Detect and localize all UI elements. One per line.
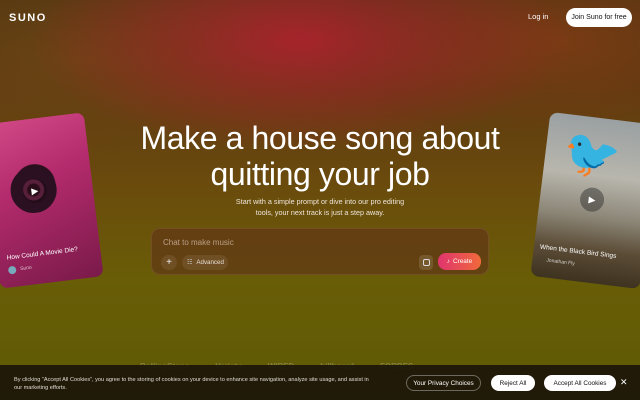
prompt-input[interactable]: Chat to make music [163,238,234,247]
headline-line-1: Make a house song about [140,120,500,156]
hero-headline: Make a house song about quitting your jo… [0,120,640,192]
join-free-button[interactable]: Join Suno for free [566,8,632,27]
login-link[interactable]: Log in [528,12,548,21]
add-button[interactable]: + [161,255,177,270]
cookie-text: By clicking “Accept All Cookies”, you ag… [14,377,369,391]
song-card-title: How Could A Movie Die? [6,246,79,262]
music-note-icon: ♪ [446,258,450,265]
suno-logo[interactable]: SUNO [9,12,47,24]
cookie-banner: By clicking “Accept All Cookies”, you ag… [0,365,640,400]
top-nav: SUNO Log in Join Suno for free [0,0,640,36]
headline-line-2: quitting your job [210,156,430,192]
image-icon [422,259,430,266]
prompt-box[interactable]: Chat to make music + ☷ Advanced ♪ Create [151,228,489,275]
privacy-choices-button[interactable]: Your Privacy Choices [406,375,481,391]
hero-subtitle: Start with a simple prompt or dive into … [220,196,420,218]
create-label: Create [453,258,473,265]
advanced-button[interactable]: ☷ Advanced [182,255,228,270]
avatar [7,265,17,275]
close-icon[interactable]: ✕ [620,377,628,388]
image-upload-button[interactable] [419,255,433,270]
advanced-label: Advanced [196,259,224,266]
song-card-artist: Jonathan Fly [545,257,576,267]
reject-all-button[interactable]: Reject All [491,375,535,391]
subtitle-line-2: tools, your next track is just a step aw… [255,208,385,217]
sliders-icon: ☷ [187,260,193,266]
create-button[interactable]: ♪ Create [438,253,481,270]
song-card-artist: Suno [19,264,33,273]
subtitle-line-1: Start with a simple prompt or dive into … [235,197,405,206]
accept-all-button[interactable]: Accept All Cookies [544,375,616,391]
